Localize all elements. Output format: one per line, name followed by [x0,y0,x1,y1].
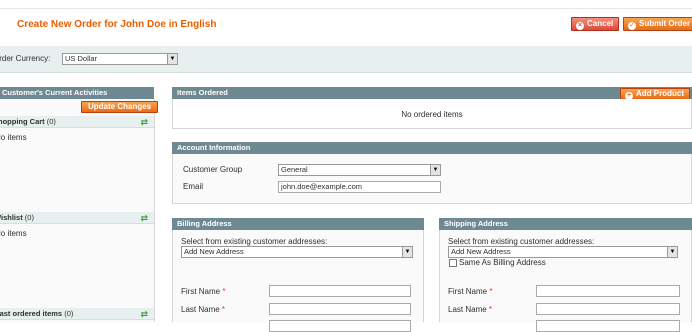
billing-first-name-input[interactable] [269,285,411,297]
shopping-cart-count: (0) [46,117,56,126]
shipping-address-title: Shipping Address [444,219,508,228]
last-ordered-label: Last ordered items [0,309,63,318]
items-ordered-header: Items Ordered [172,87,692,99]
sidebar-panel: Update Changes Shopping Cart (0) ⇄ No it… [0,99,159,322]
currency-select[interactable]: US Dollar ▼ [62,53,178,65]
currency-label: Order Currency: [0,54,51,63]
billing-last-name-label: Last Name * [181,305,225,314]
items-ordered-box: No ordered items [172,99,692,129]
same-as-billing-checkbox[interactable] [449,259,457,267]
shipping-last-name-text: Last Name [448,305,487,314]
sidebar-title: Customer's Current Activities [0,87,154,99]
shipping-address-select-value: Add New Address [451,247,511,256]
chevron-down-icon: ▼ [667,247,677,257]
currency-bar: Order Currency: US Dollar ▼ [0,46,692,73]
items-ordered-title: Items Ordered [177,88,228,97]
refresh-icon[interactable]: ⇄ [140,117,148,127]
billing-last-name-input[interactable] [269,303,411,315]
chevron-down-icon: ▼ [402,247,412,257]
last-ordered-count: (0) [64,309,74,318]
submit-order-button[interactable]: ✓ Submit Order [623,17,692,31]
sidebar-section-shopping-cart[interactable]: Shopping Cart (0) ⇄ [0,116,154,128]
billing-address-box: Select from existing customer addresses:… [172,230,424,332]
shipping-address-box: Select from existing customer addresses:… [439,230,692,332]
cancel-icon: × [576,22,584,30]
required-mark: * [489,287,493,296]
shipping-select-label: Select from existing customer addresses: [448,237,595,246]
account-info-box: Customer Group General ▼ Email john.doe@… [172,154,692,204]
billing-first-name-text: First Name [181,287,221,296]
required-mark: * [221,305,226,314]
page-title: Create New Order for John Doe in English [17,19,217,30]
shipping-first-name-label: First Name * [448,287,492,296]
account-info-header: Account Information [172,142,692,154]
shipping-first-name-text: First Name [448,287,488,296]
wishlist-count: (0) [24,213,34,222]
refresh-icon[interactable]: ⇄ [140,213,148,223]
add-product-label: Add Product [636,89,684,98]
required-mark: * [222,287,226,296]
submit-order-button-label: Submit Order [639,19,691,28]
billing-address-select[interactable]: Add New Address ▼ [181,246,413,258]
update-changes-button[interactable]: Update Changes [81,101,159,113]
email-label: Email [183,182,204,191]
shipping-address-select[interactable]: Add New Address ▼ [448,246,678,258]
wishlist-label: Wishlist [0,213,23,222]
sidebar-title-text: Customer's Current Activities [2,88,108,97]
email-input[interactable]: john.doe@example.com [278,181,441,193]
top-divider [0,8,692,9]
billing-address-title: Billing Address [177,219,232,228]
chevron-down-icon: ▼ [430,165,440,175]
shopping-cart-label: Shopping Cart [0,117,45,126]
shipping-last-name-label: Last Name * [448,305,492,314]
refresh-icon[interactable]: ⇄ [140,309,148,319]
same-as-billing-label: Same As Billing Address [459,258,546,267]
billing-address-select-value: Add New Address [184,247,244,256]
shipping-last-name-input[interactable] [536,303,680,315]
required-mark: * [488,305,493,314]
cancel-button-label: Cancel [587,19,614,28]
customer-group-label: Customer Group [183,165,243,174]
billing-select-label: Select from existing customer addresses: [181,237,328,246]
shopping-cart-empty: No items [0,133,27,142]
account-info-title: Account Information [177,143,251,152]
shipping-address-header: Shipping Address [439,218,692,230]
billing-last-name-text: Last Name [181,305,220,314]
update-changes-label: Update Changes [88,102,152,111]
customer-group-value: General [281,165,308,174]
no-items-text: No ordered items [401,110,463,119]
sidebar-section-last-ordered[interactable]: Last ordered items (0) ⇄ [0,308,154,320]
currency-select-value: US Dollar [65,54,98,63]
email-value: john.doe@example.com [281,182,362,191]
shipping-first-name-input[interactable] [536,285,680,297]
billing-address-header: Billing Address [172,218,424,230]
sidebar-section-wishlist[interactable]: Wishlist (0) ⇄ [0,212,154,224]
billing-first-name-label: First Name * [181,287,225,296]
customer-group-select[interactable]: General ▼ [278,164,441,176]
check-icon: ✓ [628,22,636,30]
cancel-button[interactable]: × Cancel [571,17,620,31]
wishlist-empty: No items [0,229,27,238]
chevron-down-icon: ▼ [167,54,177,64]
